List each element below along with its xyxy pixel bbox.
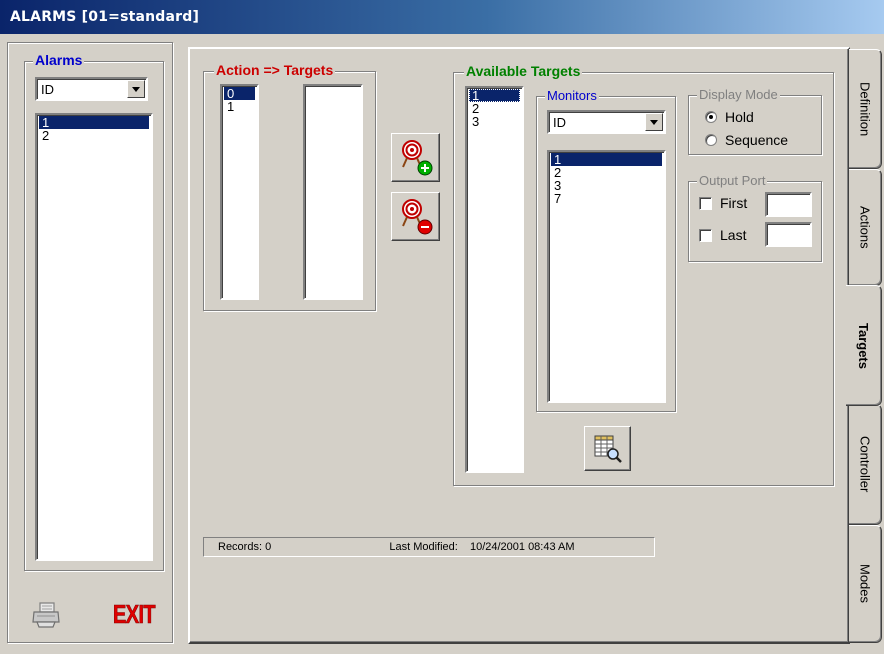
- tab-controller-label: Controller: [857, 436, 873, 493]
- last-modified-value: 10/24/2001 08:43 AM: [469, 541, 575, 553]
- chevron-down-icon[interactable]: [127, 80, 145, 98]
- alarms-legend: Alarms: [33, 52, 85, 68]
- monitors-list[interactable]: 1 2 3 7: [547, 150, 666, 403]
- first-checkbox[interactable]: First: [699, 195, 747, 211]
- hold-radio-dot[interactable]: [705, 111, 717, 123]
- preview-button[interactable]: [584, 426, 631, 471]
- monitors-combo-value: ID: [553, 115, 566, 130]
- records-value: 0: [265, 541, 272, 553]
- targets-legend: Targets: [283, 62, 334, 78]
- alarms-list[interactable]: 1 2: [35, 113, 153, 561]
- exit-label: EXIT: [113, 598, 156, 629]
- hold-radio-label: Hold: [725, 109, 754, 125]
- remove-target-button[interactable]: [391, 192, 440, 241]
- tab-definition[interactable]: Definition: [849, 49, 882, 169]
- sequence-radio-dot[interactable]: [705, 134, 717, 146]
- window-titlebar: ALARMS [01=standard]: [0, 0, 884, 34]
- first-checkbox-box[interactable]: [699, 196, 712, 210]
- arrow-legend: =>: [263, 62, 280, 78]
- monitors-list-item[interactable]: 3: [551, 179, 662, 192]
- print-button[interactable]: [25, 594, 67, 635]
- first-port-input[interactable]: [765, 192, 812, 217]
- actions-list[interactable]: 0 1: [220, 84, 259, 300]
- assigned-targets-list[interactable]: [303, 84, 363, 300]
- tab-actions-label: Actions: [857, 206, 873, 249]
- tab-definition-label: Definition: [857, 81, 873, 137]
- exit-button[interactable]: EXIT: [111, 592, 157, 636]
- last-checkbox[interactable]: Last: [699, 227, 746, 243]
- monitors-list-item[interactable]: 1: [551, 153, 662, 166]
- tab-modes-label: Modes: [857, 564, 873, 604]
- sequence-radio-label: Sequence: [725, 132, 789, 148]
- monitors-legend: Monitors: [545, 88, 599, 103]
- first-checkbox-label: First: [720, 195, 748, 211]
- window-title: ALARMS [01=standard]: [10, 9, 200, 25]
- hold-radio[interactable]: Hold: [705, 109, 754, 125]
- records-label: Records:: [218, 541, 263, 553]
- target-add-icon: [401, 139, 432, 175]
- chevron-down-icon[interactable]: [645, 113, 663, 131]
- monitors-list-item[interactable]: 2: [551, 166, 662, 179]
- alarms-combo-value: ID: [41, 82, 54, 97]
- action-legend: Action: [216, 62, 260, 78]
- alarms-sort-combo[interactable]: ID: [35, 77, 148, 101]
- tab-targets-label: Targets: [856, 322, 871, 369]
- available-targets-legend: Available Targets: [464, 63, 583, 79]
- alarms-list-item[interactable]: 1: [39, 116, 149, 129]
- sequence-radio[interactable]: Sequence: [705, 132, 788, 148]
- last-checkbox-label: Last: [720, 227, 747, 243]
- printer-icon: [32, 601, 60, 628]
- tab-actions[interactable]: Actions: [849, 169, 882, 286]
- monitors-sort-combo[interactable]: ID: [547, 110, 666, 134]
- actions-list-item[interactable]: 1: [224, 100, 255, 113]
- status-bar: Records: 0 Last Modified: 10/24/2001 08:…: [203, 537, 655, 557]
- display-mode-legend: Display Mode: [697, 87, 780, 102]
- available-targets-list[interactable]: 1 2 3: [465, 86, 524, 473]
- tab-modes[interactable]: Modes: [849, 525, 882, 643]
- monitors-list-item[interactable]: 7: [551, 192, 662, 205]
- target-remove-icon: [401, 198, 432, 234]
- add-target-button[interactable]: [391, 133, 440, 182]
- last-port-input[interactable]: [765, 222, 812, 247]
- alarms-list-item[interactable]: 2: [39, 129, 149, 142]
- last-checkbox-box[interactable]: [699, 228, 712, 242]
- output-port-legend: Output Port: [697, 173, 768, 188]
- available-targets-item[interactable]: 3: [469, 115, 520, 128]
- tab-controller[interactable]: Controller: [849, 404, 882, 525]
- tab-targets[interactable]: Targets: [846, 285, 882, 406]
- grid-search-icon: [594, 435, 622, 463]
- last-modified-label: Last Modified:: [389, 541, 458, 553]
